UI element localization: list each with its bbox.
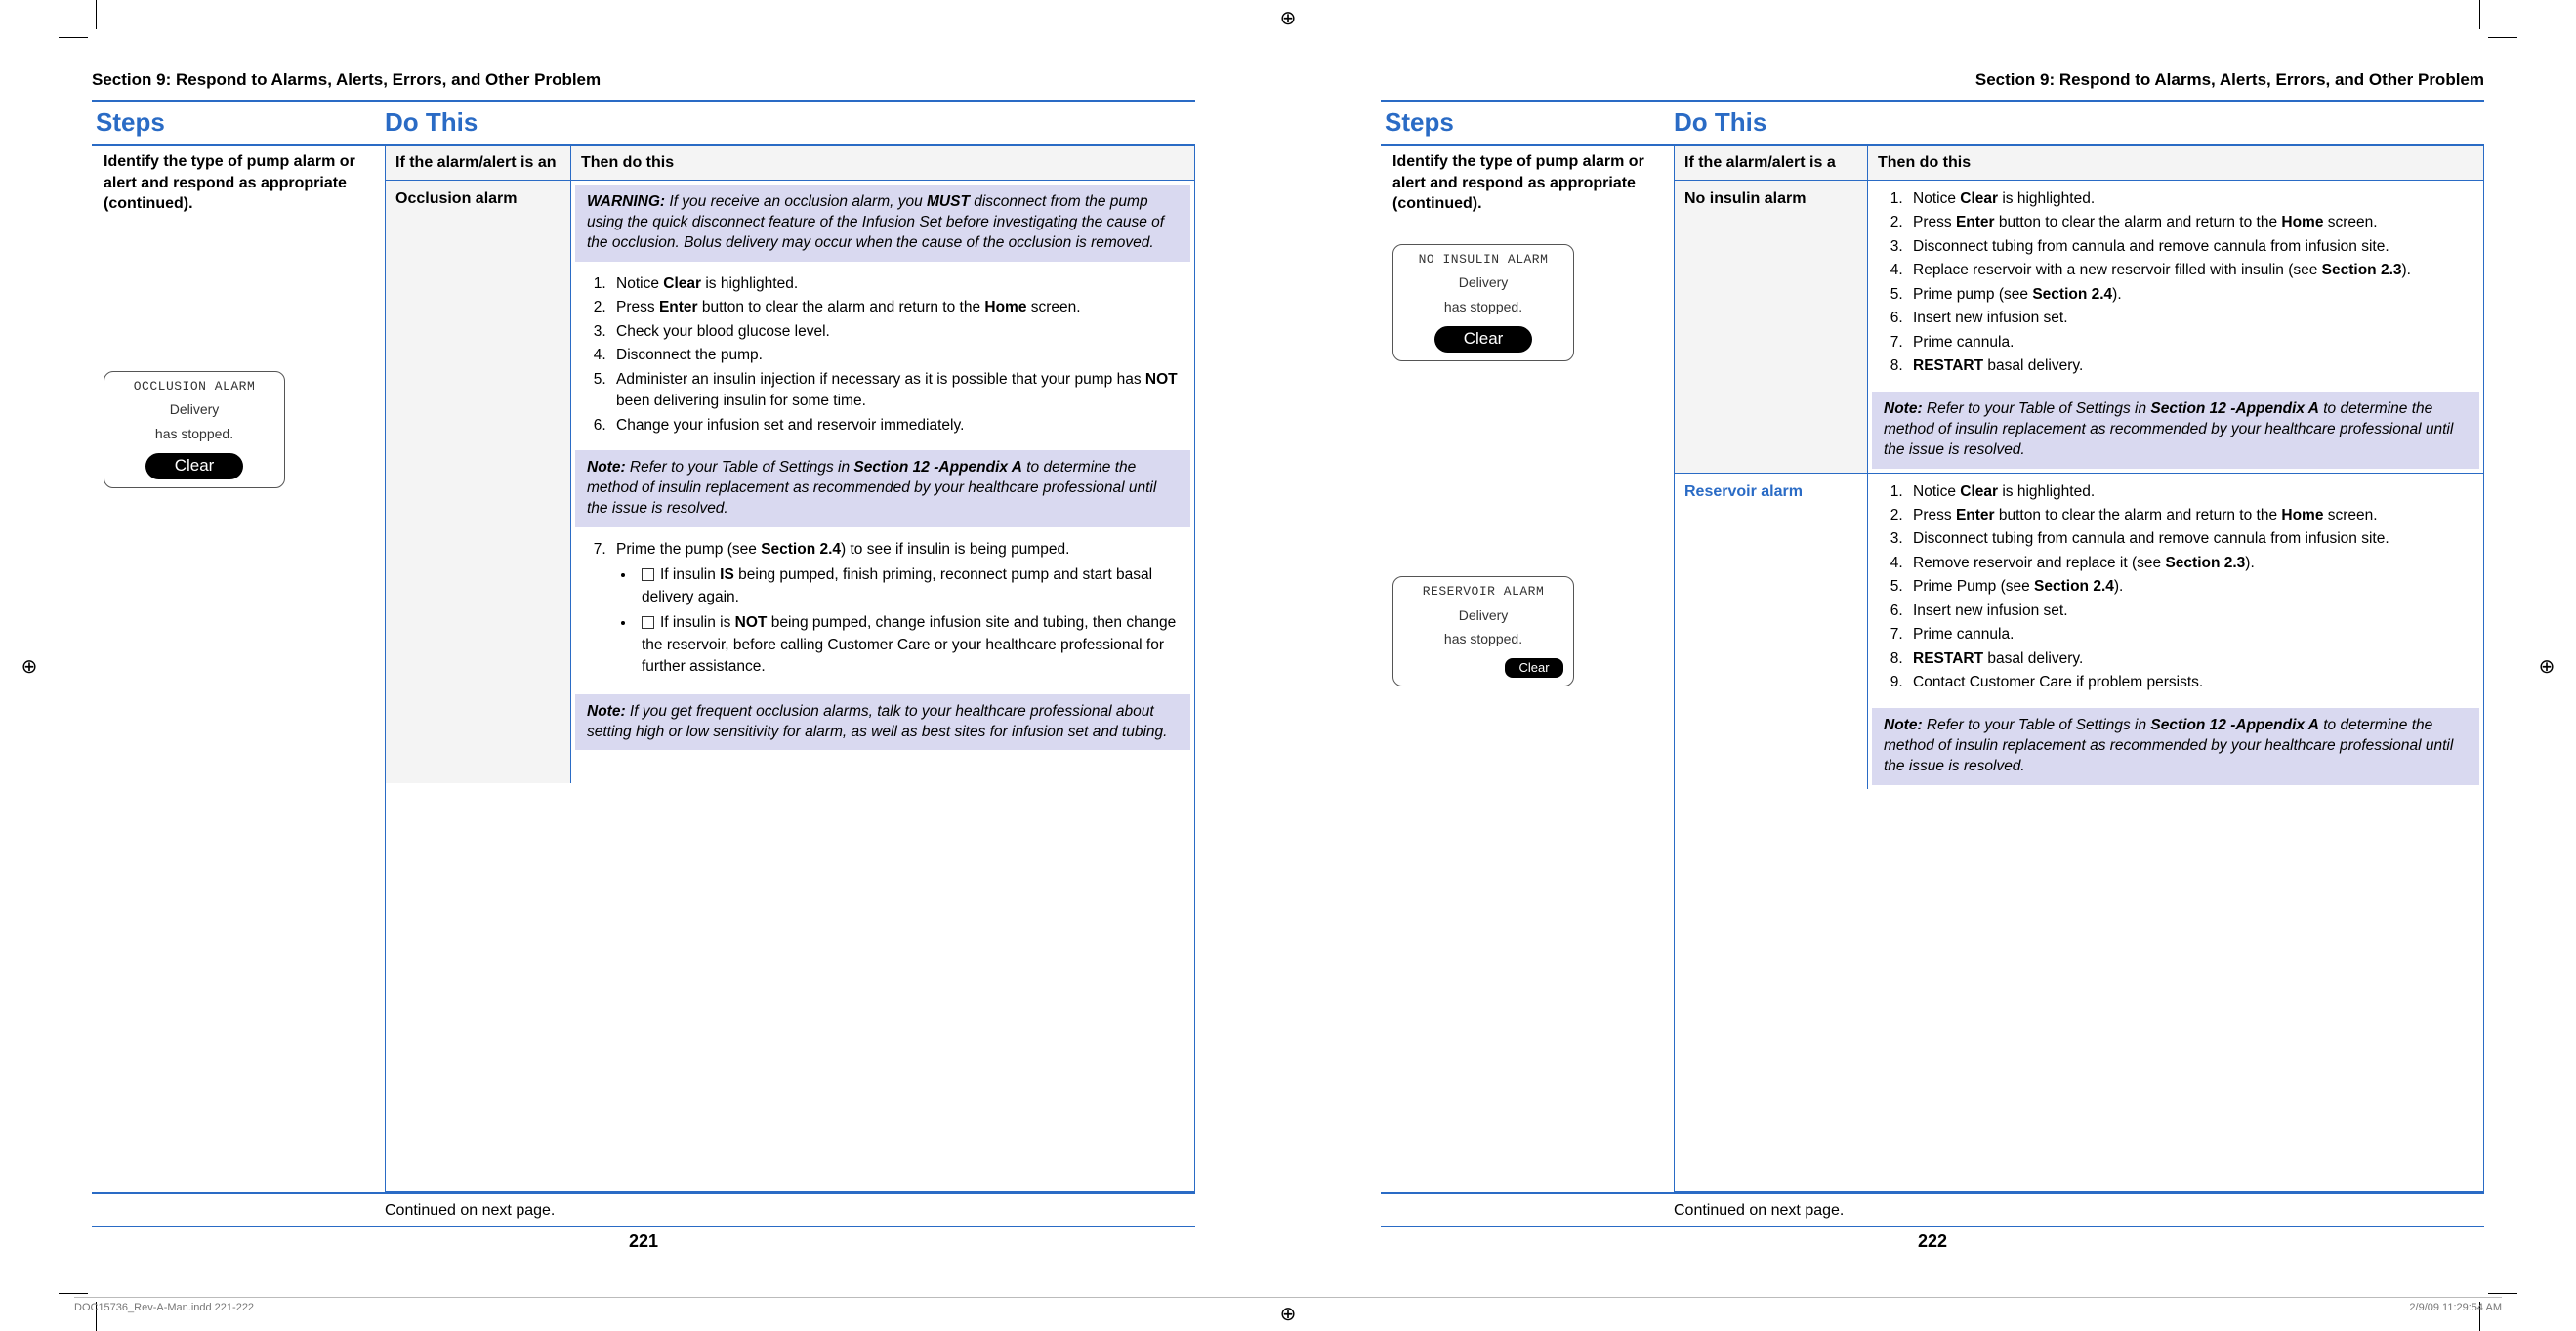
instructions-cell: Notice Clear is highlighted. Press Enter… xyxy=(1868,474,2483,789)
note-box: Note: Refer to your Table of Settings in… xyxy=(575,450,1190,527)
registration-mark-icon: ⊕ xyxy=(1276,6,1300,29)
pump-screen-reservoir: RESERVOIR ALARM Delivery has stopped. Cl… xyxy=(1392,576,1574,686)
note-box: Note: If you get frequent occlusion alar… xyxy=(575,694,1190,751)
footer-timestamp: 2/9/09 11:29:54 AM xyxy=(2409,1302,2502,1313)
do-this-heading: Do This xyxy=(1674,107,2484,138)
print-footer: DOC15736_Rev-A-Man.indd 221-222 2/9/09 1… xyxy=(74,1297,2502,1313)
section-title: Section 9: Respond to Alarms, Alerts, Er… xyxy=(1381,70,2484,90)
pump-clear-button: Clear xyxy=(1505,658,1563,678)
note-box: Note: Refer to your Table of Settings in… xyxy=(1872,392,2479,469)
page-221: Section 9: Respond to Alarms, Alerts, Er… xyxy=(92,70,1195,1252)
instructions-cell: Notice Clear is highlighted. Press Enter… xyxy=(1868,181,2483,473)
alarm-type: Reservoir alarm xyxy=(1675,474,1868,789)
page-number: 221 xyxy=(92,1226,1195,1252)
checkbox-icon xyxy=(642,616,654,629)
do-this-table: If the alarm/alert is an Then do this Oc… xyxy=(385,146,1195,1192)
table-header-then: Then do this xyxy=(571,146,1194,180)
page-number: 222 xyxy=(1381,1226,2484,1252)
pump-clear-button: Clear xyxy=(1434,326,1532,353)
registration-mark-icon: ⊕ xyxy=(2535,654,2558,678)
note-box: Note: Refer to your Table of Settings in… xyxy=(1872,708,2479,785)
page-222: Section 9: Respond to Alarms, Alerts, Er… xyxy=(1381,70,2484,1252)
section-title: Section 9: Respond to Alarms, Alerts, Er… xyxy=(92,70,1195,90)
continued-text: Continued on next page. xyxy=(1381,1192,2484,1224)
checkbox-icon xyxy=(642,568,654,581)
alarm-type: Occlusion alarm xyxy=(386,181,571,783)
table-header-alarm: If the alarm/alert is an xyxy=(386,146,571,180)
do-this-table: If the alarm/alert is a Then do this No … xyxy=(1674,146,2484,1192)
alarm-type: No insulin alarm xyxy=(1675,181,1868,473)
table-header-alarm: If the alarm/alert is a xyxy=(1675,146,1868,180)
pump-clear-button: Clear xyxy=(145,453,243,479)
registration-mark-icon: ⊕ xyxy=(18,654,41,678)
steps-heading: Steps xyxy=(92,107,385,138)
table-header-then: Then do this xyxy=(1868,146,2483,180)
warning-note: WARNING: If you receive an occlusion ala… xyxy=(575,185,1190,262)
pump-screen-occlusion: OCCLUSION ALARM Delivery has stopped. Cl… xyxy=(104,371,285,488)
continued-text: Continued on next page. xyxy=(92,1192,1195,1224)
instructions-cell: WARNING: If you receive an occlusion ala… xyxy=(571,181,1194,783)
steps-description: Identify the type of pump alarm or alert… xyxy=(1381,146,1674,1192)
pump-screen-no-insulin: NO INSULIN ALARM Delivery has stopped. C… xyxy=(1392,244,1574,361)
steps-description: Identify the type of pump alarm or alert… xyxy=(92,146,385,1192)
footer-file: DOC15736_Rev-A-Man.indd 221-222 xyxy=(74,1302,254,1313)
steps-heading: Steps xyxy=(1381,107,1674,138)
do-this-heading: Do This xyxy=(385,107,1195,138)
